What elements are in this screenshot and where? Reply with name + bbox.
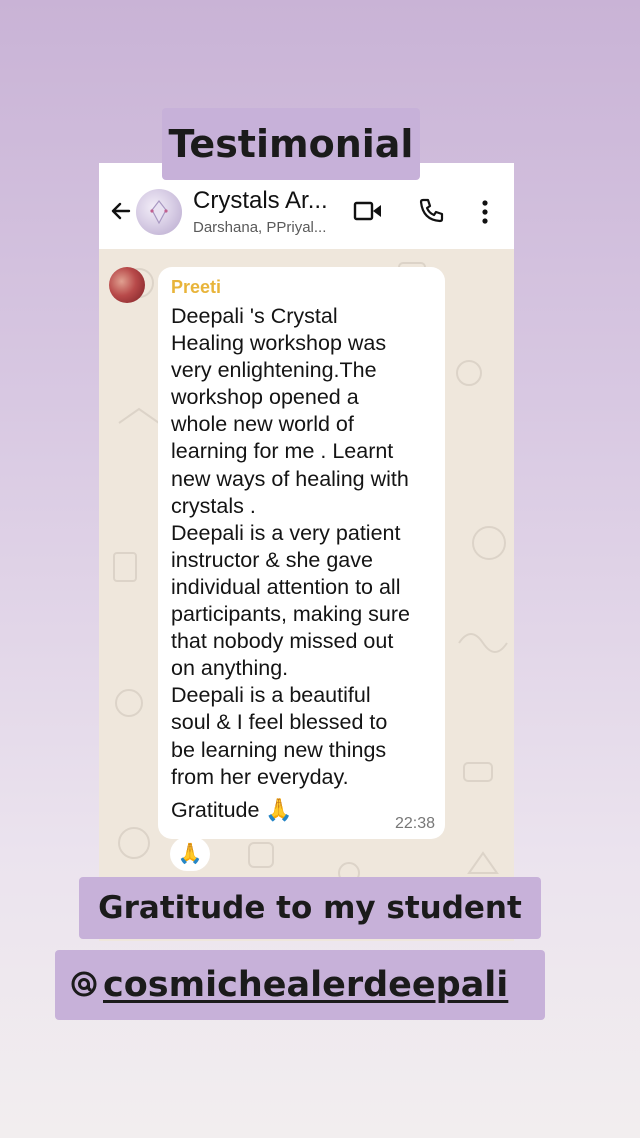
- message-time: 22:38: [394, 815, 435, 832]
- message-line: crystals .: [171, 493, 256, 518]
- message-line: workshop opened a: [171, 385, 359, 410]
- message-line: Deepali is a beautiful: [171, 683, 371, 708]
- testimonial-title: Testimonial: [168, 122, 414, 166]
- message-closing: Gratitude 🙏: [171, 797, 293, 823]
- message-line: Deepali is a very patient: [171, 520, 401, 545]
- folded-hands-icon: 🙏: [265, 797, 293, 822]
- message-line: learning for me . Learnt: [171, 439, 394, 464]
- message-line: that nobody missed out: [171, 629, 394, 654]
- message-line: participants, making sure: [171, 602, 410, 627]
- message-line: soul & I feel blessed to: [171, 710, 388, 735]
- chat-title[interactable]: Crystals Ar...: [193, 187, 328, 215]
- message-closing-text: Gratitude: [171, 798, 260, 822]
- group-avatar[interactable]: [136, 189, 182, 235]
- message-body: Deepali 's Crystal Healing workshop was ve…: [171, 303, 441, 791]
- more-options-icon[interactable]: [475, 199, 495, 225]
- back-arrow-icon[interactable]: [109, 199, 133, 223]
- message-reaction[interactable]: 🙏: [170, 837, 210, 871]
- message-bubble[interactable]: Preeti Deepali 's Crystal Healing worksho…: [158, 267, 445, 839]
- gratitude-sticker: Gratitude to my student: [79, 877, 541, 939]
- sender-avatar[interactable]: [109, 267, 145, 303]
- chat-participants[interactable]: Darshana, PPriyal...: [193, 219, 326, 236]
- message-line: very enlightening.The: [171, 358, 377, 383]
- handle-sticker[interactable]: cosmichealerdeepali: [55, 950, 545, 1020]
- message-line: Healing workshop was: [171, 331, 387, 356]
- chat-screenshot: Crystals Ar... Darshana, PPriyal... Pree…: [99, 163, 514, 941]
- message-line: be learning new things: [171, 737, 387, 762]
- message-line: instructor & she gave: [171, 547, 373, 572]
- message-line: on anything.: [171, 656, 289, 681]
- message-line: from her everyday.: [171, 764, 349, 789]
- message-line: whole new world of: [171, 412, 354, 437]
- phone-call-icon[interactable]: [417, 197, 445, 225]
- message-line: individual attention to all: [171, 574, 401, 599]
- message-line: Deepali 's Crystal: [171, 304, 338, 328]
- threads-icon: [71, 971, 97, 997]
- crystal-icon: [150, 200, 168, 225]
- gratitude-text: Gratitude to my student: [98, 890, 522, 926]
- sender-name[interactable]: Preeti: [171, 277, 221, 298]
- message-line: new ways of healing with: [171, 466, 409, 491]
- testimonial-title-sticker: Testimonial: [162, 108, 420, 180]
- profile-handle[interactable]: cosmichealerdeepali: [103, 965, 508, 1005]
- video-call-icon[interactable]: [353, 199, 383, 223]
